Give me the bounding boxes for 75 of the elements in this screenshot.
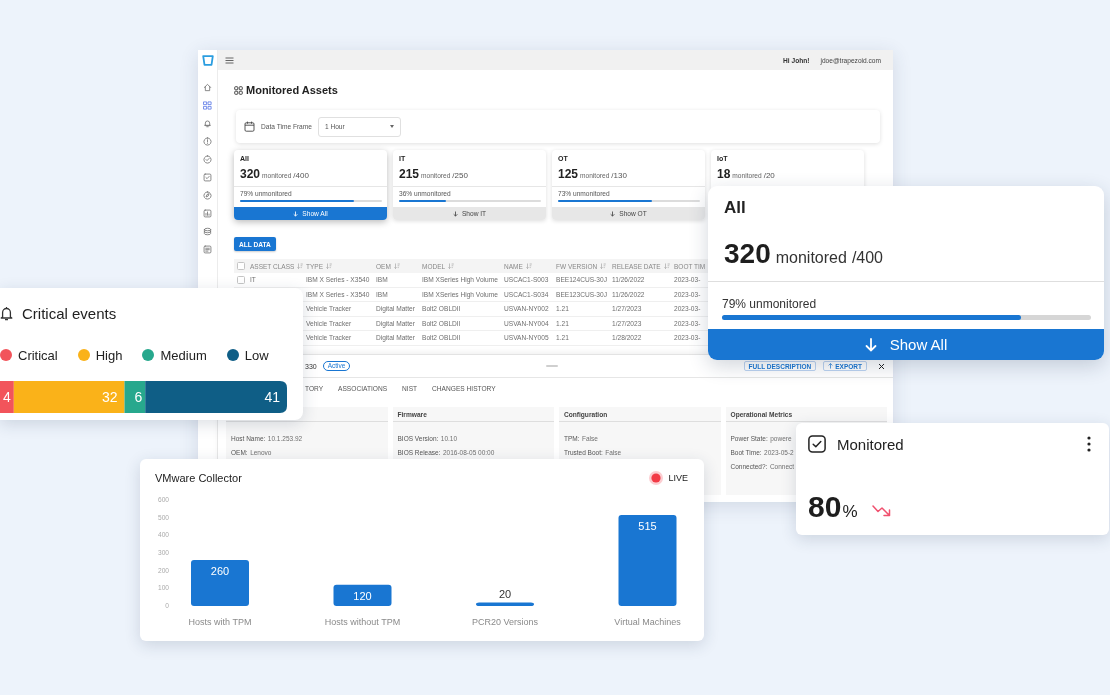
unmonitored-label: 79% unmonitored: [722, 297, 817, 311]
logo-icon[interactable]: [201, 55, 214, 66]
bar: [191, 560, 249, 606]
alert-icon[interactable]: [203, 137, 212, 146]
count-value: 125: [558, 167, 579, 181]
count-unit: monitored: [775, 248, 847, 268]
count-total: /130: [611, 170, 627, 182]
bell-icon: [0, 305, 13, 321]
bar: [333, 584, 392, 606]
home-icon[interactable]: [203, 83, 212, 92]
bar-value-label: 4: [3, 389, 11, 405]
arrow-down-icon: [864, 337, 877, 352]
more-icon[interactable]: [1087, 436, 1091, 452]
live-dot-icon: [649, 471, 664, 485]
arrow-down-icon: [452, 210, 458, 217]
show-button[interactable]: Show All: [708, 329, 1104, 360]
bar-value-label: 20: [498, 588, 512, 601]
count-total: /400: [293, 170, 309, 182]
calendar-icon: [244, 121, 255, 132]
card-title: All: [724, 198, 746, 218]
count-value: 18: [717, 167, 731, 181]
card-title: Monitored: [837, 435, 904, 453]
check-circle-icon[interactable]: [203, 155, 212, 164]
sort-icon[interactable]: [393, 263, 400, 269]
sort-icon[interactable]: [600, 263, 607, 269]
list-icon[interactable]: [203, 245, 212, 254]
bar-value-label: 41: [264, 389, 280, 405]
arrow-down-icon: [610, 210, 616, 217]
metric-unit: %: [842, 501, 858, 523]
count-total: /250: [452, 170, 468, 182]
checkbox[interactable]: [237, 275, 245, 284]
checkbox[interactable]: [237, 262, 245, 270]
arrow-down-icon: [293, 210, 299, 217]
bell-icon[interactable]: [203, 119, 212, 128]
chart-title: VMware Collector: [155, 472, 242, 484]
sort-icon[interactable]: [663, 263, 670, 269]
legend-label: High: [95, 347, 123, 363]
count-total: /20: [763, 170, 775, 182]
close-icon[interactable]: [878, 362, 885, 370]
x-axis-label: Virtual Machines: [614, 617, 681, 627]
sort-icon[interactable]: [448, 263, 455, 269]
chart-icon[interactable]: [203, 209, 212, 218]
bar-value-label: 515: [638, 520, 657, 532]
x-axis-label: PCR20 Versions: [472, 617, 538, 627]
count-total: /400: [851, 248, 883, 268]
count-value: 320: [724, 238, 771, 270]
count-value: 320: [240, 167, 261, 181]
drag-handle[interactable]: [545, 365, 558, 367]
caret-icon: [389, 125, 394, 128]
bar-value-label: 120: [353, 589, 372, 602]
check-square-icon[interactable]: [203, 173, 212, 182]
compass-icon[interactable]: [203, 191, 212, 200]
check-square-icon: [808, 435, 826, 453]
page-title: Monitored Assets: [246, 84, 338, 96]
legend-label: Medium: [160, 347, 207, 363]
card-title: Critical events: [22, 304, 117, 322]
x-axis-label: Hosts without TPM: [324, 617, 401, 627]
arrow-up-icon: [828, 363, 834, 369]
bar: [476, 602, 534, 606]
legend-label: Low: [244, 347, 269, 363]
grid-icon[interactable]: [203, 101, 212, 110]
sort-icon[interactable]: [326, 263, 332, 269]
sort-icon[interactable]: [525, 263, 532, 269]
x-axis-label: Hosts with TPM: [188, 617, 252, 627]
bar-value-label: 32: [101, 389, 118, 405]
database-icon[interactable]: [203, 227, 212, 236]
bar-value-label: 6: [134, 389, 143, 405]
sort-icon[interactable]: [297, 263, 304, 269]
live-label: LIVE: [668, 473, 688, 483]
metric-value: 80: [808, 491, 842, 523]
legend-label: Critical: [18, 347, 58, 363]
grid-icon: [234, 85, 243, 95]
menu-icon[interactable]: [225, 56, 234, 64]
bar-value-label: 260: [210, 565, 230, 578]
count-value: 215: [399, 167, 420, 181]
